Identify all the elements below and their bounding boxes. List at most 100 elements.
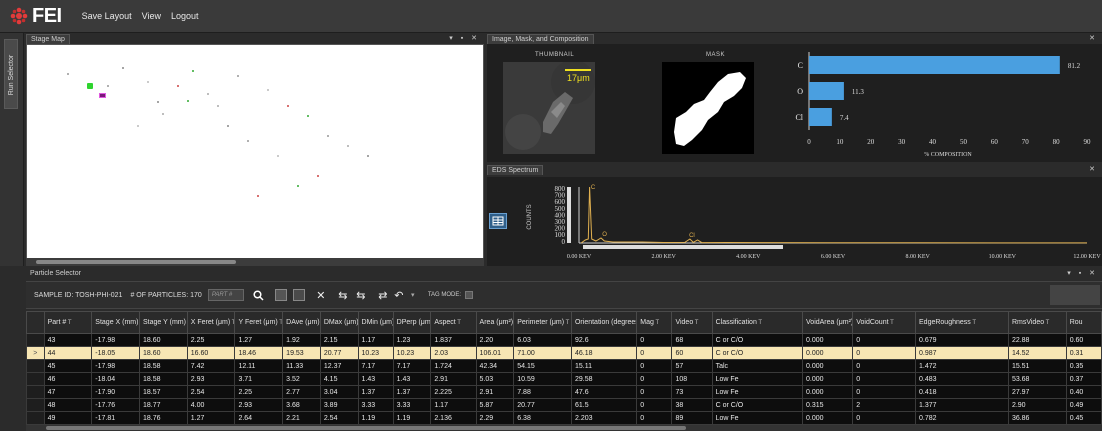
- table-cell[interactable]: 18.58: [139, 372, 188, 386]
- table-cell[interactable]: 0.782: [915, 411, 1009, 425]
- column-header[interactable]: Stage Y (mm) T: [139, 311, 188, 334]
- table-cell[interactable]: -18.05: [91, 346, 141, 360]
- table-cell[interactable]: 18.46: [234, 346, 284, 360]
- table-cell[interactable]: 42.34: [475, 359, 515, 373]
- particle-marker[interactable]: [162, 113, 164, 115]
- table-cell[interactable]: 7.88: [513, 385, 572, 399]
- transfer-icon[interactable]: ⇄: [376, 288, 390, 302]
- column-header[interactable]: RmsVideo T: [1007, 311, 1067, 334]
- table-cell[interactable]: 0: [636, 385, 673, 399]
- table-cell[interactable]: 6.03: [513, 333, 572, 347]
- table-cell[interactable]: 0.000: [802, 346, 854, 360]
- table-cell[interactable]: 0: [636, 411, 673, 425]
- table-cell[interactable]: 15.11: [570, 359, 638, 373]
- table-cell[interactable]: 18.60: [139, 346, 188, 360]
- table-cell[interactable]: 2.203: [570, 411, 638, 425]
- table-scrollbar[interactable]: [26, 425, 1102, 431]
- column-header[interactable]: Area (μm²) T: [475, 311, 515, 334]
- table-cell[interactable]: 106.01: [475, 346, 515, 360]
- table-cell[interactable]: 38: [671, 398, 713, 412]
- table-cell[interactable]: 2.20: [475, 333, 515, 347]
- particle-marker[interactable]: [257, 195, 259, 197]
- table-row[interactable]: 46 -18.04 18.58 2.93 3.71 3.52 4.15 1.43 1.43 2.9…: [26, 372, 1102, 386]
- table-cell[interactable]: 0.418: [915, 385, 1009, 399]
- filter-icon[interactable]: T: [66, 320, 72, 326]
- column-header[interactable]: DAve (μm) T: [282, 311, 321, 334]
- table-cell[interactable]: 16.60: [186, 346, 236, 360]
- particle-marker[interactable]: [277, 155, 279, 157]
- table-cell[interactable]: 48: [43, 398, 93, 412]
- table-cell[interactable]: 53.68: [1007, 372, 1067, 386]
- table-cell[interactable]: 46: [43, 372, 93, 386]
- table-cell[interactable]: 3.89: [319, 398, 359, 412]
- table-cell[interactable]: 0.000: [802, 372, 854, 386]
- tag-mode-checkbox[interactable]: [465, 291, 474, 299]
- table-cell[interactable]: 0.000: [802, 411, 854, 425]
- table-cell[interactable]: 0.45: [1065, 411, 1102, 425]
- table-cell[interactable]: 1.92: [282, 333, 321, 347]
- row-indicator[interactable]: [26, 398, 45, 412]
- table-cell[interactable]: -17.76: [91, 398, 141, 412]
- table-cell[interactable]: 1.27: [186, 411, 236, 425]
- table-cell[interactable]: 2.90: [1007, 398, 1067, 412]
- table-cell[interactable]: 3.33: [392, 398, 432, 412]
- table-cell[interactable]: 2.93: [186, 372, 236, 386]
- eds-spectrum-chart[interactable]: 8007006005004003002001000COUNTS0.00 KEV 2…: [487, 177, 1102, 266]
- table-cell[interactable]: 10.23: [357, 346, 394, 360]
- particle-marker[interactable]: [147, 81, 149, 83]
- particle-marker[interactable]: [237, 75, 239, 77]
- column-header[interactable]: Video T: [671, 311, 713, 334]
- table-cell[interactable]: 0.000: [802, 385, 854, 399]
- table-cell[interactable]: 0.37: [1065, 372, 1102, 386]
- table-cell[interactable]: 1.43: [392, 372, 432, 386]
- table-cell[interactable]: 2.54: [319, 411, 359, 425]
- particle-marker[interactable]: [122, 67, 124, 69]
- particle-marker[interactable]: [267, 89, 269, 91]
- stage-map-window-controls[interactable]: ▾ ▪ ✕: [449, 34, 480, 44]
- particle-marker[interactable]: [247, 140, 249, 142]
- table-cell[interactable]: 10.59: [513, 372, 572, 386]
- table-cell[interactable]: Low Fe: [711, 372, 804, 386]
- particle-marker[interactable]: [192, 70, 194, 72]
- particle-marker[interactable]: [327, 135, 329, 137]
- table-cell[interactable]: 19.53: [282, 346, 321, 360]
- table-cell[interactable]: -17.98: [91, 333, 141, 347]
- filter-icon[interactable]: T: [971, 320, 976, 326]
- particle-marker[interactable]: [207, 93, 209, 95]
- particle-marker[interactable]: [187, 100, 189, 102]
- table-cell[interactable]: 3.68: [282, 398, 321, 412]
- particle-marker[interactable]: [177, 85, 179, 87]
- table-cell[interactable]: 92.6: [570, 333, 638, 347]
- filter-icon[interactable]: T: [564, 320, 570, 326]
- table-cell[interactable]: 0: [852, 346, 917, 360]
- filter-icon[interactable]: T: [230, 320, 234, 326]
- table-cell[interactable]: Low Fe: [711, 385, 804, 399]
- table-cell[interactable]: 27.97: [1007, 385, 1067, 399]
- table-cell[interactable]: 47: [43, 385, 93, 399]
- filter-icon[interactable]: T: [889, 320, 894, 326]
- table-cell[interactable]: 57: [671, 359, 713, 373]
- table-cell[interactable]: 89: [671, 411, 713, 425]
- table-cell[interactable]: 43: [43, 333, 93, 347]
- table-cell[interactable]: 0: [636, 359, 673, 373]
- column-header[interactable]: X Feret (μm) T: [186, 311, 236, 334]
- table-cell[interactable]: 18.77: [139, 398, 188, 412]
- undo-icon[interactable]: ↶: [392, 288, 406, 302]
- table-cell[interactable]: 0.60: [1065, 333, 1102, 347]
- table-row[interactable]: 43 -17.98 18.60 2.25 1.27 1.92 2.15 1.17 1.23 1.8…: [26, 333, 1102, 347]
- table-row[interactable]: 47 -17.90 18.57 2.54 2.25 2.77 3.04 1.37 1.37 2.2…: [26, 385, 1102, 399]
- table-cell[interactable]: 11.33: [282, 359, 321, 373]
- table-cell[interactable]: 44: [43, 346, 93, 360]
- table-row[interactable]: 49 -17.81 18.76 1.27 2.64 2.21 2.54 1.19 1.19 2.1…: [26, 411, 1102, 425]
- table-cell[interactable]: Low Fe: [711, 411, 804, 425]
- particle-marker-selected[interactable]: [99, 93, 106, 98]
- table-cell[interactable]: 1.43: [357, 372, 394, 386]
- table-cell[interactable]: 3.52: [282, 372, 321, 386]
- particle-marker[interactable]: [347, 145, 349, 147]
- table-cell[interactable]: 10.23: [392, 346, 432, 360]
- table-cell[interactable]: 3.33: [357, 398, 394, 412]
- column-header[interactable]: Aspect T: [430, 311, 477, 334]
- row-indicator[interactable]: [26, 411, 45, 425]
- table-cell[interactable]: 0.679: [915, 333, 1009, 347]
- search-icon[interactable]: [252, 288, 266, 302]
